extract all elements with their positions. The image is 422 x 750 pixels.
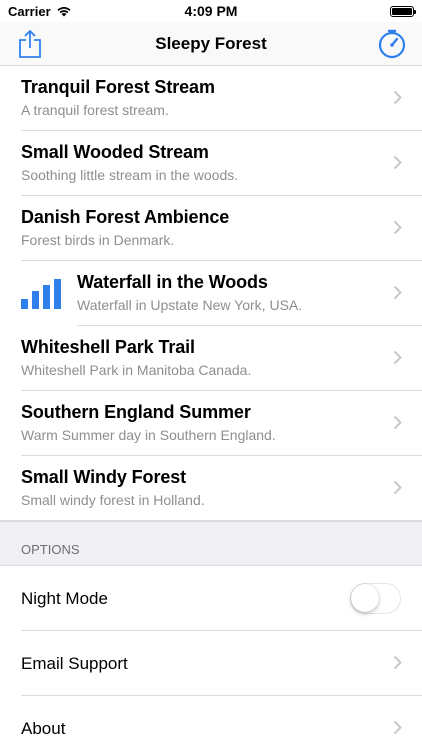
chevron-right-icon (393, 415, 402, 430)
email-support-label: Email Support (21, 654, 128, 673)
sound-row-whiteshell-park-trail[interactable]: Whiteshell Park Trail Whiteshell Park in… (0, 326, 422, 391)
status-bar: Carrier 4:09 PM (0, 0, 422, 22)
sound-row-southern-england-summer[interactable]: Southern England Summer Warm Summer day … (0, 391, 422, 456)
sound-subtitle: Forest birds in Denmark. (21, 232, 175, 248)
about-row[interactable]: About (0, 696, 422, 750)
sound-subtitle: A tranquil forest stream. (21, 102, 169, 118)
night-mode-row: Night Mode (0, 566, 422, 631)
night-mode-toggle[interactable] (350, 583, 401, 614)
chevron-right-icon (393, 350, 402, 365)
sound-title: Southern England Summer (21, 402, 251, 422)
carrier-label: Carrier (8, 3, 51, 19)
now-playing-equalizer-icon (21, 279, 61, 309)
chevron-right-icon (393, 480, 402, 495)
chevron-right-icon (393, 285, 402, 300)
email-support-row[interactable]: Email Support (0, 631, 422, 696)
sound-row-small-windy-forest[interactable]: Small Windy Forest Small windy forest in… (0, 456, 422, 521)
sound-row-danish-forest-ambience[interactable]: Danish Forest Ambience Forest birds in D… (0, 196, 422, 261)
sound-title: Small Windy Forest (21, 467, 187, 487)
sound-title: Tranquil Forest Stream (21, 77, 215, 97)
navigation-bar: Sleepy Forest (0, 22, 422, 66)
chevron-right-icon (393, 220, 402, 235)
sound-subtitle: Waterfall in Upstate New York, USA. (77, 297, 303, 313)
sound-title: Danish Forest Ambience (21, 207, 230, 227)
sound-subtitle: Soothing little stream in the woods. (21, 167, 239, 183)
sound-subtitle: Small windy forest in Holland. (21, 492, 205, 508)
sound-list: Tranquil Forest Stream A tranquil forest… (0, 66, 422, 521)
sound-row-small-wooded-stream[interactable]: Small Wooded Stream Soothing little stre… (0, 131, 422, 196)
options-section-header: OPTIONS (0, 521, 422, 566)
about-label: About (21, 719, 66, 738)
sound-title: Waterfall in the Woods (77, 272, 268, 292)
chevron-right-icon (393, 155, 402, 170)
options-header-label: OPTIONS (21, 542, 80, 557)
chevron-right-icon (393, 655, 402, 670)
toggle-knob (351, 584, 379, 612)
sound-subtitle: Whiteshell Park in Manitoba Canada. (21, 362, 252, 378)
page-title: Sleepy Forest (155, 34, 267, 53)
sound-title: Small Wooded Stream (21, 142, 209, 162)
chevron-right-icon (393, 90, 402, 105)
sound-subtitle: Warm Summer day in Southern England. (21, 427, 276, 443)
status-left: Carrier (8, 4, 72, 19)
sound-row-tranquil-forest-stream[interactable]: Tranquil Forest Stream A tranquil forest… (0, 66, 422, 131)
sound-title: Whiteshell Park Trail (21, 337, 195, 357)
battery-icon (390, 5, 416, 17)
night-mode-label: Night Mode (21, 589, 108, 608)
wifi-icon (57, 7, 71, 17)
options-list: Night Mode Email Support About (0, 566, 422, 750)
timer-icon[interactable] (376, 28, 408, 60)
sound-row-waterfall-in-the-woods[interactable]: Waterfall in the Woods Waterfall in Upst… (0, 261, 422, 326)
chevron-right-icon (393, 720, 402, 735)
